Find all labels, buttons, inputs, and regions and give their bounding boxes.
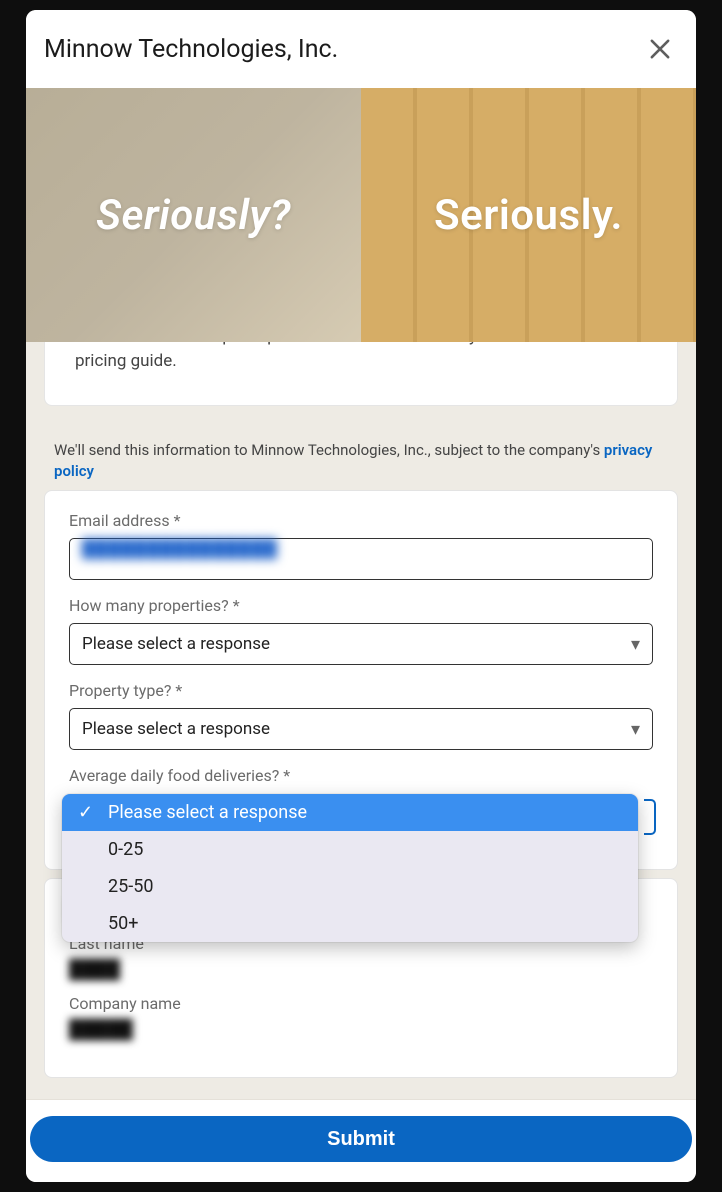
deliveries-select-edge <box>644 799 656 835</box>
deliveries-option-placeholder[interactable]: Please select a response <box>62 794 638 831</box>
deliveries-option-50plus[interactable]: 50+ <box>62 905 638 942</box>
property-type-select[interactable]: Please select a response ▾ <box>69 708 653 750</box>
close-icon <box>646 35 674 63</box>
banner: Seriously? Seriously. <box>26 88 696 342</box>
email-value: ███████████████ <box>82 539 278 559</box>
banner-left-text: Seriously? <box>96 191 291 240</box>
submit-button[interactable]: Submit <box>30 1116 692 1162</box>
modal-title: Minnow Technologies, Inc. <box>44 35 338 64</box>
last-name-value: ████ <box>69 959 120 980</box>
disclaimer: We'll send this information to Minnow Te… <box>54 440 668 482</box>
property-type-placeholder: Please select a response <box>82 719 270 739</box>
properties-label: How many properties? * <box>69 596 653 615</box>
intro-card: Get customized pricing options for any s… <box>44 342 678 406</box>
modal-content: Get customized pricing options for any s… <box>26 342 696 1099</box>
modal-header: Minnow Technologies, Inc. <box>26 10 696 88</box>
property-type-label: Property type? * <box>69 681 653 700</box>
modal: Minnow Technologies, Inc. Seriously? Ser… <box>26 10 696 1182</box>
deliveries-group: Average daily food deliveries? * <box>69 766 653 785</box>
intro-subtitle: Just answer a few quick questions and we… <box>75 342 647 375</box>
deliveries-option-25-50[interactable]: 25-50 <box>62 868 638 905</box>
property-type-group: Property type? * Please select a respons… <box>69 681 653 750</box>
email-label: Email address * <box>69 511 653 530</box>
company-label: Company name <box>69 994 653 1013</box>
deliveries-label: Average daily food deliveries? * <box>69 766 653 785</box>
banner-right: Seriously. <box>361 88 696 342</box>
submit-bar: Submit <box>26 1099 696 1182</box>
close-button[interactable] <box>642 31 678 67</box>
chevron-down-icon: ▾ <box>631 634 640 655</box>
properties-placeholder: Please select a response <box>82 634 270 654</box>
chevron-down-icon: ▾ <box>631 719 640 740</box>
properties-select[interactable]: Please select a response ▾ <box>69 623 653 665</box>
deliveries-dropdown: Please select a response 0-25 25-50 50+ <box>62 794 638 942</box>
company-group: Company name █████ <box>69 994 653 1040</box>
properties-group: How many properties? * Please select a r… <box>69 596 653 665</box>
banner-left: Seriously? <box>26 88 361 342</box>
email-group: Email address * ███████████████ <box>69 511 653 580</box>
banner-right-text: Seriously. <box>434 191 623 240</box>
company-value: █████ <box>69 1019 133 1040</box>
deliveries-option-0-25[interactable]: 0-25 <box>62 831 638 868</box>
disclaimer-text: We'll send this information to Minnow Te… <box>54 441 604 459</box>
email-input[interactable]: ███████████████ <box>69 538 653 580</box>
